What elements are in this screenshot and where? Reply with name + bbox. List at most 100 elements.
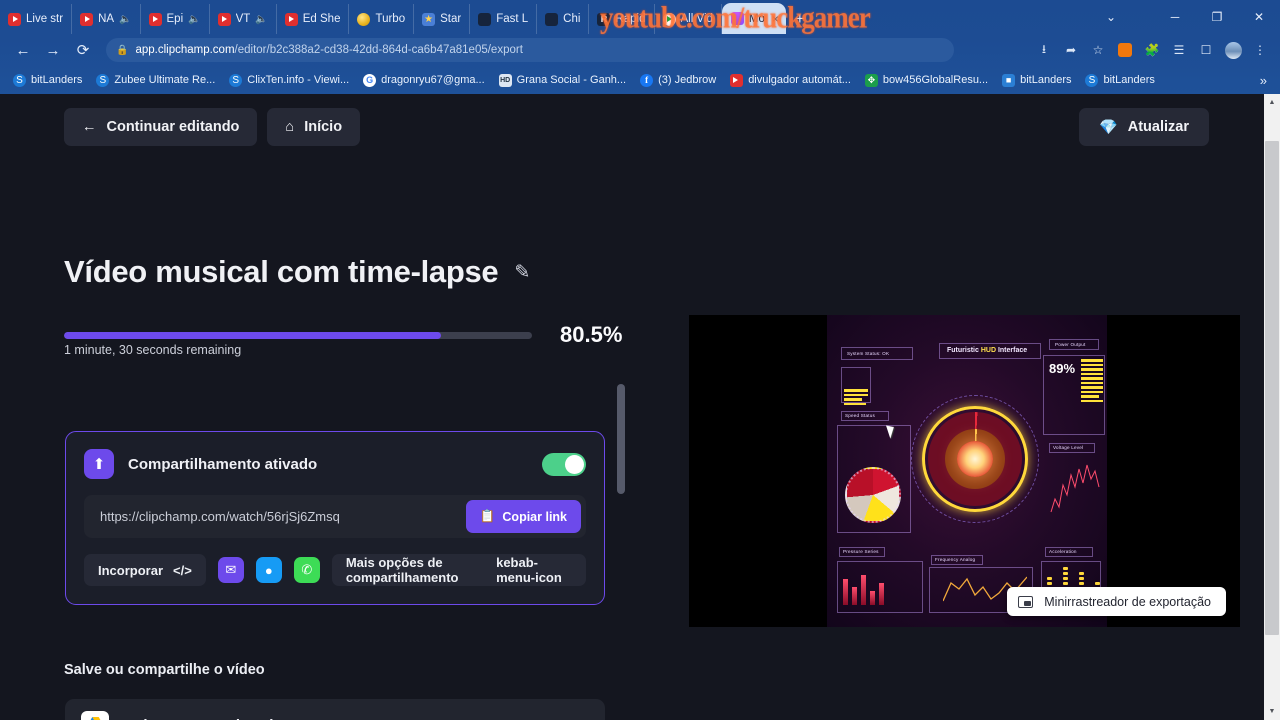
reload-icon[interactable]: ⟳ xyxy=(68,37,98,63)
close-tab-icon[interactable]: × xyxy=(772,12,779,26)
hud-title-pre: Futuristic xyxy=(947,347,981,354)
back-icon[interactable]: ← xyxy=(8,37,38,63)
tab-title: VT xyxy=(235,13,251,25)
page-scrollbar[interactable]: ▲ ▼ xyxy=(1264,94,1280,720)
bookmark-item[interactable]: f (3) Jedbrow xyxy=(634,72,722,89)
bookmark-item[interactable]: divulgador automát... xyxy=(724,72,857,89)
whatsapp-icon: ✆ xyxy=(301,562,313,577)
hud-frequency-label: Frequency Analog xyxy=(935,557,976,562)
browser-tab[interactable]: Turbo xyxy=(349,4,415,34)
embed-button[interactable]: Incorporar </> xyxy=(84,554,206,586)
browser-tab[interactable]: Ed She xyxy=(277,4,350,34)
bookmark-item[interactable]: SbitLanders xyxy=(7,72,88,89)
mute-icon[interactable]: 🔈 xyxy=(119,14,131,25)
bookmark-item[interactable]: S Zubee Ultimate Re... xyxy=(90,72,221,89)
bookmark-item[interactable]: ✥ bow456GlobalResu... xyxy=(859,72,994,89)
share-toggle[interactable] xyxy=(542,452,586,476)
google-icon: G xyxy=(363,73,377,87)
close-window-button[interactable]: ✕ xyxy=(1238,0,1280,34)
youtube-favicon xyxy=(284,12,298,26)
share-link-input[interactable]: https://clipchamp.com/watch/56rjSj6Zmsq xyxy=(100,509,466,524)
messenger-share-button[interactable]: ● xyxy=(255,557,282,583)
scroll-up-arrow-icon[interactable]: ▲ xyxy=(1264,94,1280,111)
save-google-drive-row[interactable]: Salvar no Google Drive › xyxy=(65,699,605,720)
gem-icon: 💎 xyxy=(1099,119,1118,136)
bookmark-item[interactable]: ■ bitLanders xyxy=(996,72,1077,89)
reading-list-icon[interactable]: ☰ xyxy=(1167,38,1191,62)
video-preview[interactable]: System Status: OK Futuristic HUD Interfa… xyxy=(689,315,1240,627)
tab-title: Epi xyxy=(166,13,184,25)
new-tab-button[interactable]: + xyxy=(786,4,814,34)
bookmarks-overflow-icon[interactable]: » xyxy=(1260,73,1273,88)
youtube-icon xyxy=(730,73,744,87)
kebab-menu-icon: kebab-menu-icon xyxy=(496,555,562,585)
pencil-icon[interactable]: ✎ xyxy=(514,261,530,284)
hud-yellow-bars xyxy=(844,389,868,405)
bookmark-star-icon[interactable]: ☆ xyxy=(1086,38,1110,62)
share-card: ⬆ Compartilhamento ativado https://clipc… xyxy=(65,431,605,605)
bookmark-item[interactable]: SbitLanders xyxy=(1079,72,1160,89)
extension-orange-icon[interactable] xyxy=(1113,38,1137,62)
browser-tab[interactable]: Fast L xyxy=(470,4,538,34)
export-minitracker-tooltip[interactable]: Minirrastreador de exportação xyxy=(1007,587,1226,616)
browser-tab[interactable]: Live str xyxy=(0,4,73,34)
address-bar[interactable]: 🔒 app.clipchamp.com /editor/b2c388a2-cd3… xyxy=(106,38,954,62)
side-panel-icon[interactable]: ☐ xyxy=(1194,38,1218,62)
bookmark-label: bitLanders xyxy=(1103,74,1155,86)
hud-system-status: System Status: OK xyxy=(847,351,890,356)
tab-search-icon[interactable]: ⌄ xyxy=(1090,0,1132,34)
maximize-button[interactable]: ❐ xyxy=(1196,0,1238,34)
panel-scrollbar-thumb[interactable] xyxy=(617,384,625,494)
browser-tab[interactable]: VT 🔈 xyxy=(210,4,277,34)
page-title: Vídeo musical com time-lapse xyxy=(64,254,499,289)
chrome-menu-icon[interactable]: ⋮ xyxy=(1248,38,1272,62)
bookmark-label: bitLanders xyxy=(31,74,83,86)
tab-title: NÃ xyxy=(98,13,115,25)
bitlanders-icon: S xyxy=(96,73,110,87)
bookmark-item[interactable]: Gdragonryu67@gma... xyxy=(357,72,491,89)
url-path: /editor/b2c388a2-cd38-42dd-864d-ca6b47a8… xyxy=(234,44,523,56)
page-header: ← Continuar editando ⌂ Início xyxy=(64,108,1240,146)
browser-tab[interactable]: NÃ 🔈 xyxy=(72,4,141,34)
browser-tab[interactable]: R Rapid xyxy=(589,4,655,34)
browser-tab[interactable]: Epi 🔈 xyxy=(141,4,210,34)
more-share-options-button[interactable]: Mais opções de compartilhamento kebab-me… xyxy=(331,554,586,586)
hud-speed-label: Speed Status xyxy=(845,413,875,418)
hud-right-bars xyxy=(1081,359,1103,402)
browser-tab[interactable]: All Vid xyxy=(655,4,722,34)
browser-tab[interactable]: Chi xyxy=(537,4,590,34)
hud-sparkline xyxy=(1050,464,1100,513)
mute-icon[interactable]: 🔈 xyxy=(188,14,200,25)
scroll-down-arrow-icon[interactable]: ▼ xyxy=(1264,703,1280,720)
minitracker-label: Minirrastreador de exportação xyxy=(1044,594,1211,609)
hud-pie-chart xyxy=(845,467,901,523)
share-icon[interactable]: ➦ xyxy=(1059,38,1083,62)
home-button[interactable]: ⌂ Início xyxy=(267,108,361,146)
profile-avatar-icon[interactable] xyxy=(1221,38,1245,62)
continue-editing-button[interactable]: ← Continuar editando xyxy=(64,108,258,146)
home-label: Início xyxy=(304,119,343,135)
upgrade-button[interactable]: 💎 Atualizar xyxy=(1079,108,1209,146)
bookmark-item[interactable]: S ClixTen.info - Viewi... xyxy=(223,72,355,89)
install-icon[interactable]: ⭳ xyxy=(1032,38,1056,62)
minimize-button[interactable]: ─ xyxy=(1154,0,1196,34)
copy-link-button[interactable]: 📋 Copiar link xyxy=(465,500,581,533)
scrollbar-thumb[interactable] xyxy=(1265,141,1279,635)
continue-editing-label: Continuar editando xyxy=(106,119,240,135)
browser-tab-active[interactable]: Mo × xyxy=(721,3,786,34)
whatsapp-share-button[interactable]: ✆ xyxy=(293,557,320,583)
screen: Live str NÃ 🔈 Epi 🔈 VT 🔈 Ed She Turbo ★ Star… xyxy=(0,0,1280,720)
extensions-puzzle-icon[interactable]: 🧩 xyxy=(1140,38,1164,62)
save-drive-label: Salvar no Google Drive xyxy=(125,717,568,720)
hud-main-title: Futuristic HUD Interface xyxy=(947,347,1027,354)
more-options-label: Mais opções de compartilhamento xyxy=(345,555,459,585)
forward-icon[interactable]: → xyxy=(38,37,68,63)
email-share-button[interactable]: ✉ xyxy=(217,557,244,583)
hud-power-label: Power Output xyxy=(1055,342,1086,347)
browser-tab[interactable]: ★ Star xyxy=(414,4,471,34)
mute-icon[interactable]: 🔈 xyxy=(255,14,267,25)
bookmark-item[interactable]: HD Grana Social - Ganh... xyxy=(493,72,632,89)
progress-track xyxy=(64,331,532,339)
allvideo-favicon xyxy=(662,12,676,26)
bitlanders-icon: S xyxy=(13,73,26,87)
